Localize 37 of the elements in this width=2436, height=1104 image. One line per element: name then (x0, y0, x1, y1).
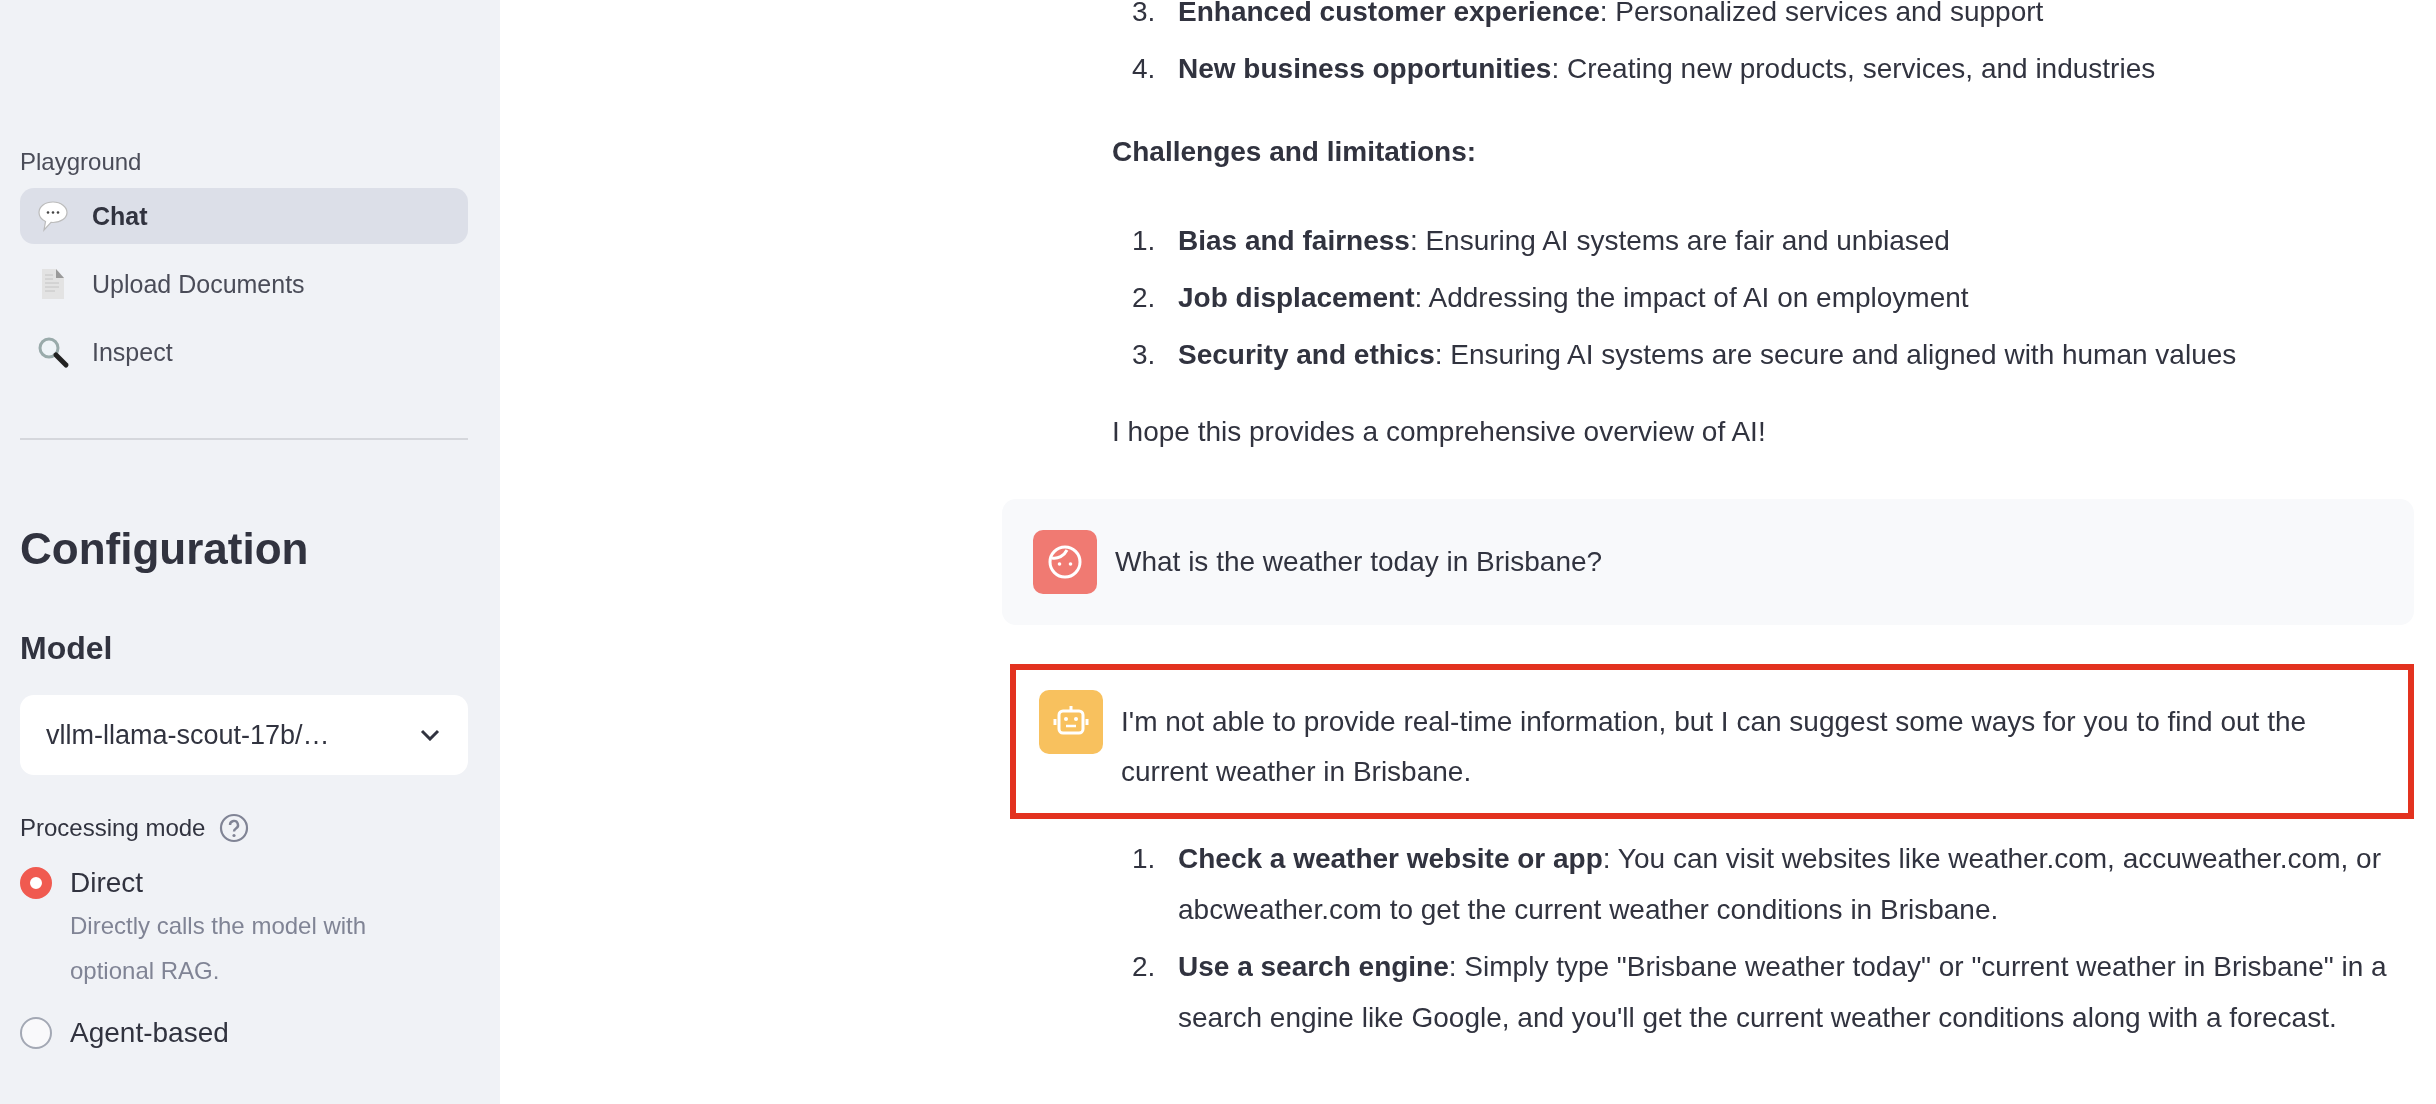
list-number: 1. (1131, 224, 1157, 258)
radio-button[interactable] (20, 867, 52, 899)
radio-label[interactable]: Agent-based (70, 1013, 229, 1053)
list-number: 4. (1131, 52, 1157, 86)
chevron-down-icon (420, 729, 440, 741)
list-item-text: Security and ethics: Ensuring AI systems are secure and aligned with human values (1178, 338, 2238, 372)
radio-label[interactable]: Direct (70, 863, 430, 903)
list-item-text: Job displacement: Addressing the impact of AI on employment (1178, 281, 1970, 315)
radio-button[interactable] (20, 1017, 52, 1049)
user-avatar-icon (1033, 530, 1097, 594)
assistant-message: I'm not able to provide real-time information, but I can suggest some ways for you to find out the current weather in Brisbane. (1010, 664, 2414, 819)
list-number: 1. (1131, 842, 1157, 876)
list-item-text: Bias and fairness: Ensuring AI systems are fair and unbiased (1178, 224, 1951, 258)
paragraph: I hope this provides a comprehensive overview of AI! (1112, 415, 1767, 449)
search-icon (36, 335, 70, 369)
nav-item[interactable]: Inspect (20, 324, 468, 380)
list-number: 2. (1131, 950, 1157, 984)
section-heading: Challenges and limitations: (1112, 135, 1478, 169)
model-label: Model (20, 630, 114, 667)
option-description: Directly calls the model with optional RAG. (70, 911, 368, 986)
list-item-text: Enhanced customer experience: Personalized services and support (1178, 0, 2045, 29)
list-item-text: Use a search engine: Simply type "Brisbane weather today" or "current weather in Brisbane" in a search engine like Google, and you'll get the current weather conditions along with a forecast. (1178, 950, 2388, 1035)
nav-heading: Playground (20, 148, 143, 176)
list-item-text: Check a weather website or app: You can visit websites like weather.com, accuweather.com, or abcweather.com to get the current weather conditions in Brisbane. (1178, 842, 2382, 927)
nav-item[interactable]: Chat (20, 188, 468, 244)
configuration-title: Configuration (20, 524, 310, 574)
user-message: What is the weather today in Brisbane? (1002, 499, 2414, 625)
help-icon[interactable] (219, 813, 250, 843)
list-number: 2. (1131, 281, 1157, 315)
list-number: 3. (1131, 0, 1157, 29)
speech-bubble-icon (36, 199, 70, 233)
nav-item[interactable]: Upload Documents (20, 256, 468, 312)
model-select[interactable]: vllm-llama-scout-17b/… (20, 695, 468, 775)
list-number: 3. (1131, 338, 1157, 372)
robot-avatar-icon (1039, 690, 1103, 754)
processing-mode-label: Processing mode (20, 814, 206, 842)
list-item-text: New business opportunities: Creating new products, services, and industries (1178, 52, 2157, 86)
